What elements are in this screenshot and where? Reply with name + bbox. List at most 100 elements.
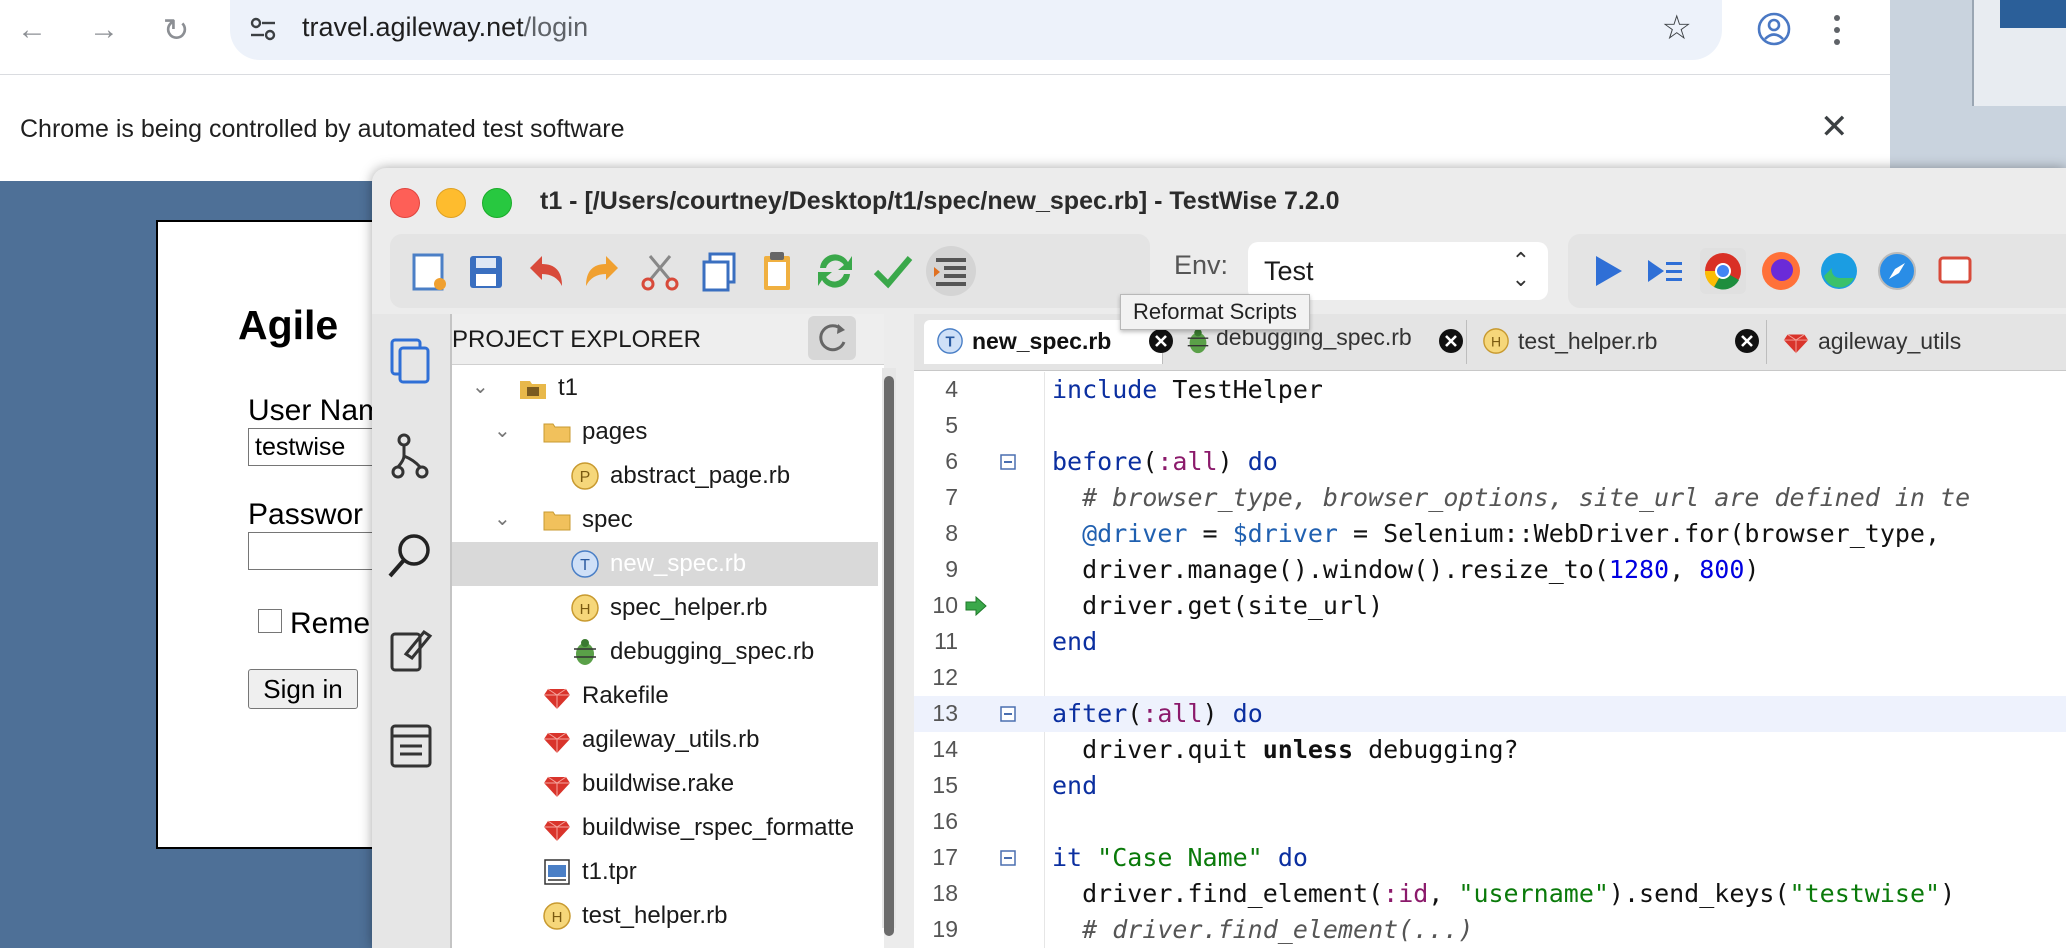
project-explorer-icon[interactable] [384, 334, 438, 388]
tree-item-spec[interactable]: ⌄ spec [452, 498, 872, 542]
close-icon[interactable]: ✕ [1820, 107, 1849, 147]
reformat-scripts-icon[interactable] [926, 246, 976, 296]
env-value: Test [1264, 256, 1314, 286]
code-line: 14 driver.quit unless debugging? [914, 732, 2066, 768]
url-host: travel.agileway.net [302, 12, 524, 42]
bookmark-star-icon[interactable]: ☆ [1662, 8, 1692, 48]
search-icon[interactable] [384, 528, 438, 582]
side-rail [372, 314, 452, 948]
folder-icon [543, 423, 571, 443]
line-number: 6 [945, 448, 958, 474]
url-text[interactable]: travel.agileway.net/login [302, 12, 588, 43]
env-select[interactable]: Test ⌃ ⌄ [1248, 242, 1548, 300]
reload-icon[interactable]: ↻ [156, 10, 196, 50]
code-text: end [1052, 771, 1098, 800]
signin-button[interactable]: Sign in [248, 669, 358, 709]
fold-toggle-icon[interactable] [1000, 706, 1016, 722]
tree-item-new-spec[interactable]: T new_spec.rb [452, 542, 878, 586]
tab-label: agileway_utils [1818, 328, 1962, 354]
site-settings-icon[interactable] [248, 14, 278, 44]
refresh-icon[interactable] [810, 246, 860, 296]
remember-checkbox[interactable] [258, 609, 282, 633]
tree-item-debugging-spec[interactable]: debugging_spec.rb [452, 630, 872, 674]
tree-item-agileway-utils[interactable]: agileway_utils.rb [452, 718, 872, 762]
chevron-down-icon[interactable]: ⌄ [472, 374, 489, 399]
tab-agileway-utils[interactable]: agileway_utils [1770, 320, 2066, 364]
test-report-icon[interactable] [384, 718, 438, 772]
close-window-button[interactable] [390, 188, 420, 218]
tree-item-label: agileway_utils.rb [582, 726, 760, 753]
tree-item-label: Rakefile [582, 682, 669, 709]
extra-browser-icon[interactable] [1930, 246, 1980, 296]
code-line: 12 [914, 660, 2066, 696]
profile-icon[interactable] [1757, 12, 1791, 46]
close-tab-icon[interactable] [1148, 328, 1174, 354]
copy-icon[interactable] [694, 246, 744, 296]
chrome-browser-icon[interactable] [1698, 246, 1748, 296]
git-branch-icon[interactable] [384, 430, 438, 484]
back-arrow-icon[interactable]: ← [12, 10, 52, 50]
fold-toggle-icon[interactable] [1000, 850, 1016, 866]
code-text: after(:all) do [1052, 699, 1263, 728]
tree-item-label: t1.tpr [582, 858, 637, 885]
redo-icon[interactable] [578, 246, 628, 296]
run-selected-icon[interactable] [1640, 246, 1690, 296]
explorer-refresh-button[interactable] [808, 316, 856, 360]
tree-item-spec-helper[interactable]: H spec_helper.rb [452, 586, 872, 630]
cut-icon[interactable] [636, 246, 686, 296]
tree-item-buildwise-rspec-formatter[interactable]: buildwise_rspec_formatte [452, 806, 872, 850]
paste-icon[interactable] [752, 246, 802, 296]
refresh-icon [819, 324, 846, 352]
line-number: 8 [945, 520, 958, 546]
tree-item-t1-tpr[interactable]: t1.tpr [452, 850, 872, 894]
pane-splitter[interactable] [900, 314, 914, 948]
new-file-icon[interactable] [404, 246, 454, 296]
script-edit-icon[interactable] [384, 624, 438, 678]
chevron-updown-icon: ⌃ ⌄ [1511, 248, 1530, 291]
close-tab-icon[interactable] [1734, 328, 1760, 354]
password-label: Passwor [248, 498, 364, 531]
undo-icon[interactable] [520, 246, 570, 296]
explorer-title: PROJECT EXPLORER [452, 326, 701, 353]
code-line: 17 it "Case Name" do [914, 840, 2066, 876]
syntax-check-icon[interactable] [868, 246, 918, 296]
project-explorer: PROJECT EXPLORER ⌄ t1 ⌄ pages P abstract… [452, 314, 884, 948]
run-toolbar [1568, 234, 2066, 308]
tree-item-buildwise-rake[interactable]: buildwise.rake [452, 762, 872, 806]
explorer-scrollbar[interactable] [882, 368, 896, 936]
firefox-browser-icon[interactable] [1756, 246, 1806, 296]
minimize-window-button[interactable] [436, 188, 466, 218]
save-icon[interactable] [462, 246, 512, 296]
tab-label: test_helper.rb [1518, 328, 1658, 354]
address-bar[interactable]: travel.agileway.net/login ☆ [230, 0, 1722, 60]
infobar-message: Chrome is being controlled by automated … [20, 115, 625, 143]
tooltip: Reformat Scripts [1120, 294, 1310, 330]
zoom-window-button[interactable] [482, 188, 512, 218]
test-t-icon: T [571, 550, 599, 578]
code-text: driver.manage().window().resize_to(1280,… [1052, 555, 1760, 584]
run-test-icon[interactable] [1582, 246, 1632, 296]
tree-item-rakefile[interactable]: Rakefile [452, 674, 872, 718]
more-vert-icon[interactable] [1832, 12, 1842, 48]
bug-icon [1187, 328, 1209, 354]
testwise-window: t1 - [/Users/courtney/Desktop/t1/spec/ne… [372, 168, 2066, 948]
code-line: 6 before(:all) do [914, 444, 2066, 480]
editor-tabs: T new_spec.rb debugging_spec.rb H test_h… [914, 314, 2066, 371]
tree-item-abstract-page[interactable]: P abstract_page.rb [452, 454, 872, 498]
edge-browser-icon[interactable] [1814, 246, 1864, 296]
tree-item-pages[interactable]: ⌄ pages [452, 410, 872, 454]
chevron-down-icon[interactable]: ⌄ [494, 418, 511, 443]
fold-toggle-icon[interactable] [1000, 454, 1016, 470]
chevron-down-icon[interactable]: ⌄ [494, 506, 511, 531]
tab-test-helper[interactable]: H test_helper.rb [1470, 320, 1767, 364]
tree-item-test-helper[interactable]: H test_helper.rb [452, 894, 872, 938]
close-tab-icon[interactable] [1438, 328, 1464, 354]
tree-item-label: debugging_spec.rb [610, 638, 815, 665]
line-number: 18 [932, 880, 958, 906]
scrollbar-thumb[interactable] [884, 376, 894, 936]
safari-browser-icon[interactable] [1872, 246, 1922, 296]
tree-item-t1[interactable]: ⌄ t1 [452, 366, 872, 410]
forward-arrow-icon[interactable]: → [84, 10, 124, 50]
username-label: User Nam [248, 394, 384, 427]
ruby-gem-icon [544, 688, 570, 709]
